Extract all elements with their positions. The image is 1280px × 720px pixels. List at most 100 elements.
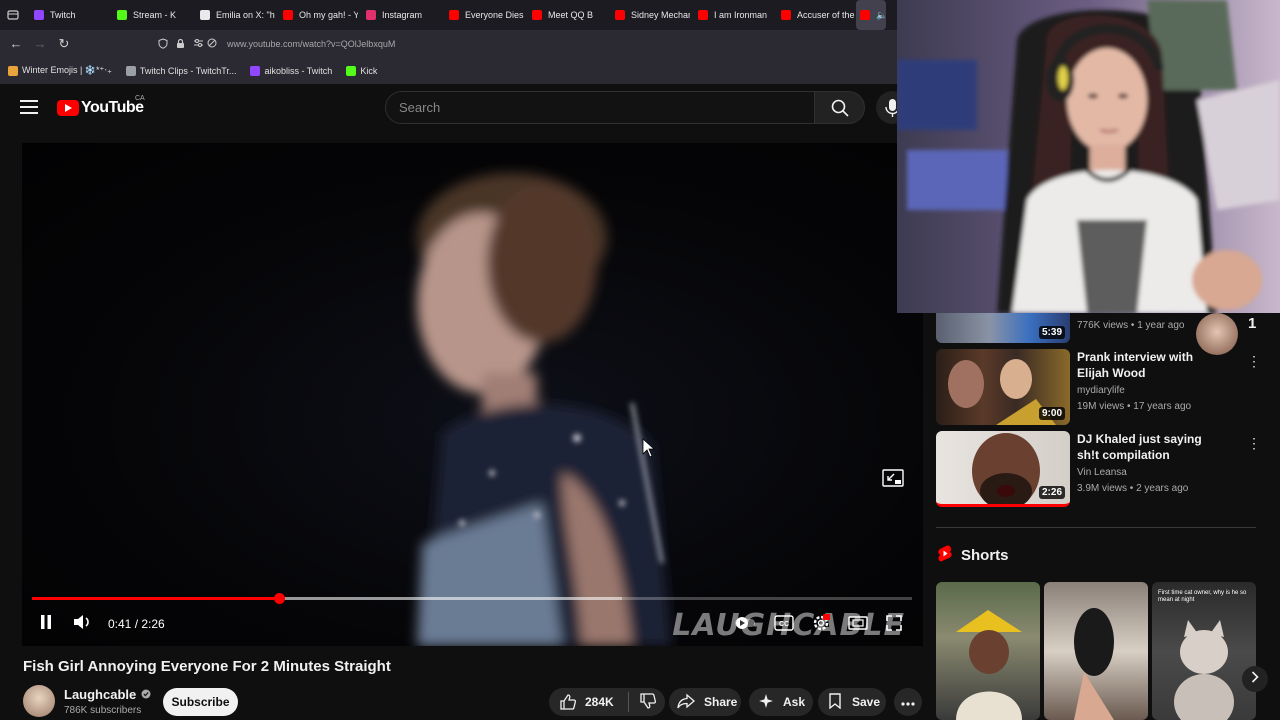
share-button[interactable]: Share: [669, 688, 741, 716]
tab-label: Stream - K: [133, 10, 177, 20]
ask-button[interactable]: Ask: [749, 688, 813, 716]
bookmark-item[interactable]: Winter Emojis | ❄️*⁺‧₊: [8, 65, 112, 76]
ask-label: Ask: [783, 695, 806, 709]
like-count: 284K: [585, 695, 614, 709]
search-input[interactable]: Search: [385, 91, 815, 124]
tab-label: I am Ironman: [714, 10, 768, 20]
browser-tab[interactable]: Meet QQ B: [524, 0, 607, 30]
subtitles-icon[interactable]: CC: [774, 615, 794, 636]
recommendation-thumbnail[interactable]: 9:00: [936, 349, 1070, 425]
recommendation-title[interactable]: Prank interview with Elijah Wood: [1077, 349, 1217, 381]
recommendation-thumbnail[interactable]: 2:26: [936, 431, 1070, 507]
pause-icon[interactable]: [39, 614, 53, 635]
like-divider: [627, 692, 629, 712]
browser-tab[interactable]: Everyone Dies |: [441, 0, 524, 30]
browser-tab[interactable]: Emilia on X: "h: [192, 0, 275, 30]
tracking-blocked-icon: [207, 38, 217, 50]
tab-favicon-icon: [117, 10, 127, 20]
tab-favicon-icon: [781, 10, 791, 20]
tab-list-icon[interactable]: [0, 0, 26, 30]
back-arrow-icon[interactable]: ←: [4, 36, 28, 51]
like-button[interactable]: 284K: [559, 693, 614, 711]
more-actions-button[interactable]: [894, 688, 922, 716]
bookmarks-bar: Winter Emojis | ❄️*⁺‧₊ Twitch Clips - Twi…: [0, 57, 897, 84]
duration-badge: 2:26: [1038, 486, 1065, 499]
recommendation-item[interactable]: 5:39 776K views • 1 year ago 1: [936, 313, 1266, 355]
volume-icon[interactable]: [72, 613, 92, 636]
browser-tab[interactable]: Twitch: [26, 0, 109, 30]
bookmark-item[interactable]: Twitch Clips - TwitchTr...: [125, 65, 237, 76]
recommendation-channel[interactable]: mydiarylife: [1077, 385, 1125, 396]
recommendation-item[interactable]: 2:26 DJ Khaled just saying sh!t compilat…: [936, 431, 1266, 507]
short-thumbnail[interactable]: [936, 582, 1040, 720]
more-horizontal-icon: [901, 695, 915, 709]
more-vertical-icon[interactable]: ⋮: [1247, 435, 1261, 452]
tab-active-youtube[interactable]: 🔈: [856, 0, 886, 30]
tab-favicon-icon: [200, 10, 210, 20]
channel-name-text: Laughcable: [64, 687, 137, 702]
miniplayer-icon[interactable]: [882, 469, 904, 492]
shorts-next-button[interactable]: [1242, 666, 1268, 692]
video-frame: [22, 143, 923, 646]
url-text: www.youtube.com/watch?v=QOlJelbxquM: [227, 39, 396, 49]
fullscreen-icon[interactable]: [886, 615, 902, 636]
thumbs-down-icon: [640, 692, 656, 709]
time-display: 0:41 / 2:26: [108, 617, 165, 631]
channel-name[interactable]: Laughcable: [64, 687, 151, 702]
theater-mode-icon[interactable]: [848, 616, 868, 635]
tab-label: Everyone Dies |: [465, 10, 524, 20]
search-button[interactable]: [815, 91, 865, 124]
hamburger-menu-icon[interactable]: [20, 100, 38, 114]
video-title: Fish Girl Annoying Everyone For 2 Minute…: [23, 658, 391, 675]
chevron-right-icon: [1251, 670, 1259, 688]
more-vertical-icon[interactable]: ⋮: [1247, 353, 1261, 370]
country-code: CA: [135, 95, 145, 102]
autoplay-toggle-icon[interactable]: [734, 616, 756, 635]
browser-tab[interactable]: Instagram: [358, 0, 441, 30]
recommendation-thumbnail[interactable]: 5:39: [936, 313, 1070, 343]
channel-avatar[interactable]: [23, 685, 55, 717]
tab-label: Oh my gah! - Y: [299, 10, 358, 20]
recommendation-channel[interactable]: Vin Leansa: [1077, 467, 1127, 478]
recommendation-title[interactable]: DJ Khaled just saying sh!t compilation: [1077, 431, 1217, 463]
bookmark-label: Twitch Clips - TwitchTr...: [139, 65, 237, 76]
recommendation-meta: 3.9M views • 2 years ago: [1077, 483, 1189, 494]
recommendation-item[interactable]: 9:00 Prank interview with Elijah Wood my…: [936, 349, 1266, 425]
shorts-header: Shorts: [938, 545, 1009, 566]
tab-favicon-icon: [698, 10, 708, 20]
address-bar[interactable]: www.youtube.com/watch?v=QOlJelbxquM: [150, 33, 890, 55]
youtube-logo[interactable]: YouTube CA: [57, 95, 145, 117]
bookmark-item[interactable]: aikobliss - Twitch: [250, 65, 332, 76]
settings-gear-icon[interactable]: [812, 614, 831, 637]
browser-tab[interactable]: Accuser of the: [773, 0, 856, 30]
thumbs-up-icon: [560, 694, 577, 710]
browser-tab[interactable]: Sidney Mechan: [607, 0, 690, 30]
save-button[interactable]: Save: [818, 688, 886, 716]
player-right-controls: CC: [734, 614, 902, 637]
video-frame-image: [417, 173, 672, 646]
short-thumbnail[interactable]: [1044, 582, 1148, 720]
bookmark-favicon-icon: [250, 65, 261, 76]
dislike-button[interactable]: [639, 692, 657, 713]
search-icon: [831, 99, 849, 117]
shorts-title: Shorts: [961, 547, 1009, 564]
browser-tab[interactable]: Stream - K: [109, 0, 192, 30]
youtube-header: YouTube CA Search: [0, 84, 909, 134]
tab-label: Accuser of the: [797, 10, 855, 20]
webcam-image: [897, 0, 1280, 313]
save-label: Save: [852, 695, 881, 709]
subscribe-button[interactable]: Subscribe: [163, 688, 238, 716]
speaker-icon: 🔈: [876, 9, 886, 20]
svg-text:CC: CC: [779, 621, 789, 628]
browser-tab[interactable]: Oh my gah! - Y: [275, 0, 358, 30]
browser-tab[interactable]: I am Ironman: [690, 0, 773, 30]
youtube-favicon-icon: [860, 10, 870, 20]
short-thumbnail[interactable]: First time cat owner, why is he so mean …: [1152, 582, 1256, 720]
progress-bar[interactable]: [32, 593, 912, 604]
duration-badge: 9:00: [1038, 407, 1065, 420]
reload-icon[interactable]: ↻: [52, 36, 76, 52]
forward-arrow-icon[interactable]: →: [28, 36, 52, 51]
tab-favicon-icon: [34, 10, 44, 20]
bookmark-item[interactable]: Kick: [346, 65, 377, 76]
video-player[interactable]: LAUGHCABLE 0:41 / 2:26 CC: [22, 143, 923, 646]
